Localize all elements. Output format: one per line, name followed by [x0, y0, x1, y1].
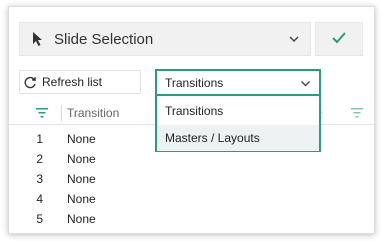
table-row[interactable]: 4 None [9, 189, 374, 209]
filter-icon[interactable] [351, 107, 363, 118]
refresh-icon [24, 76, 37, 89]
chevron-down-icon[interactable] [288, 33, 300, 45]
row-transition: None [67, 192, 96, 206]
row-index: 3 [36, 172, 43, 186]
row-transition: None [67, 152, 96, 166]
row-index: 2 [36, 152, 43, 166]
refresh-list-label: Refresh list [42, 75, 103, 89]
column-separator [61, 105, 62, 121]
row-index: 4 [36, 192, 43, 206]
table-row[interactable]: 3 None [9, 169, 374, 189]
refresh-list-button[interactable]: Refresh list [19, 70, 141, 94]
filter-icon[interactable] [36, 107, 48, 118]
cursor-arrow-icon [31, 31, 45, 47]
view-mode-dropdown[interactable]: Transitions [155, 69, 321, 94]
option-transitions[interactable]: Transitions [157, 98, 319, 124]
row-transition: None [67, 212, 96, 226]
row-transition: None [67, 132, 96, 146]
table-row[interactable]: 5 None [9, 209, 374, 229]
slide-selection-panel: Slide Selection Refresh list Transition … [8, 6, 375, 234]
row-index: 5 [36, 212, 43, 226]
view-mode-selected: Transitions [165, 75, 224, 90]
confirm-button[interactable] [315, 22, 363, 56]
view-mode-options: Transitions Masters / Layouts [155, 94, 321, 152]
table-row[interactable]: 2 None [9, 149, 374, 169]
row-transition: None [67, 172, 96, 186]
chevron-down-icon[interactable] [300, 78, 311, 89]
slide-selection-label: Slide Selection [54, 30, 154, 48]
row-index: 1 [36, 132, 43, 146]
transition-column-header[interactable]: Transition [67, 106, 119, 120]
option-masters-layouts[interactable]: Masters / Layouts [157, 125, 319, 151]
checkmark-icon [331, 31, 347, 47]
slide-selection-dropdown[interactable]: Slide Selection [19, 22, 311, 56]
